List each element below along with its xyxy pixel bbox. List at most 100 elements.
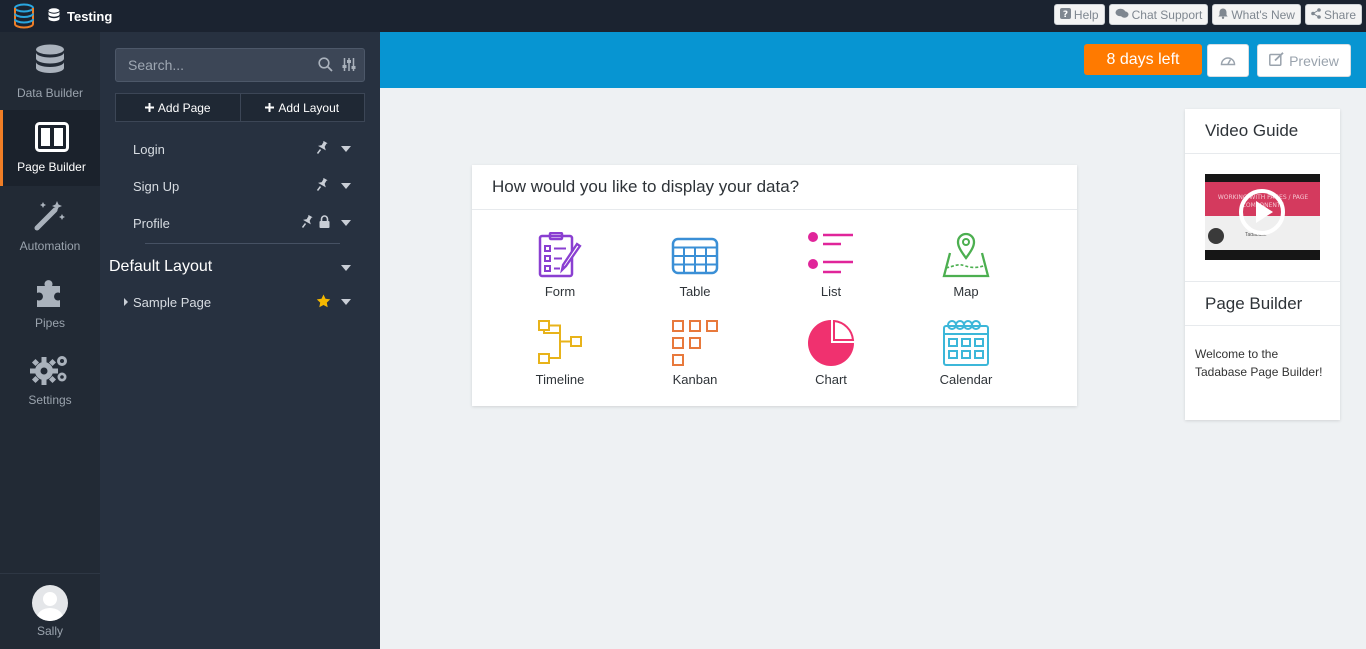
chooser-title: How would you like to display your data?	[472, 165, 1077, 210]
nav-data-builder[interactable]: Data Builder	[0, 32, 100, 108]
search-input[interactable]: Search...	[115, 48, 365, 82]
video-guide-card: Video Guide WORKING WITH PAGES / PAGE CO…	[1185, 109, 1340, 420]
caret-right-icon[interactable]	[124, 298, 128, 306]
search-icon[interactable]	[318, 57, 333, 75]
nav-automation[interactable]: Automation	[0, 187, 100, 263]
trial-badge[interactable]: 8 days left	[1084, 44, 1202, 75]
builder-header: 8 days left Preview	[380, 32, 1366, 88]
svg-text:?: ?	[1063, 10, 1068, 19]
video-thumbnail[interactable]: WORKING WITH PAGES / PAGE COMPONENTS Tad…	[1205, 174, 1320, 260]
gears-icon	[29, 353, 71, 388]
play-icon[interactable]	[1239, 189, 1285, 240]
page-name: Sign Up	[133, 178, 180, 194]
nav-settings-label: Settings	[28, 393, 72, 407]
magic-wand-icon	[33, 199, 67, 234]
search-placeholder: Search...	[128, 57, 185, 73]
nav-settings[interactable]: Settings	[0, 341, 100, 417]
page-name: Profile	[133, 215, 170, 231]
page-item-login[interactable]: Login	[100, 131, 380, 167]
option-chart[interactable]: Chart	[781, 319, 881, 400]
question-icon: ?	[1059, 7, 1071, 22]
app-name-label: Testing	[67, 8, 113, 24]
top-actions: ? Help Chat Support What's New Share	[1053, 4, 1362, 25]
form-icon	[536, 231, 584, 284]
share-button[interactable]: Share	[1304, 4, 1362, 25]
list-icon	[807, 232, 855, 284]
calendar-icon	[942, 320, 990, 372]
chat-support-label: Chat Support	[1131, 7, 1203, 22]
nav-page-builder-label: Page Builder	[17, 160, 86, 174]
dashboard-button[interactable]	[1207, 44, 1249, 77]
display-chooser: How would you like to display your data?…	[472, 165, 1077, 406]
user-menu[interactable]: Sally	[0, 573, 100, 649]
puzzle-icon	[33, 276, 67, 311]
filter-sliders-icon[interactable]	[342, 57, 356, 75]
pin-icon[interactable]	[301, 214, 313, 231]
database-icon	[34, 44, 66, 81]
help-button[interactable]: ? Help	[1053, 4, 1105, 25]
left-nav: Data Builder Page Builder Automation Pip…	[0, 32, 100, 649]
option-label: Form	[544, 284, 576, 299]
add-page-label: Add Page	[157, 100, 211, 115]
video-guide-title: Video Guide	[1185, 109, 1340, 154]
preview-label: Preview	[1289, 52, 1339, 69]
option-label: Timeline	[535, 372, 585, 387]
option-label: Kanban	[672, 372, 718, 387]
page-item-profile[interactable]: Profile	[100, 205, 380, 241]
option-timeline[interactable]: Timeline	[510, 320, 610, 400]
add-page-button[interactable]: Add Page	[115, 93, 241, 122]
external-edit-icon	[1269, 52, 1284, 69]
page-name: Login	[133, 141, 165, 157]
nav-automation-label: Automation	[19, 239, 81, 253]
chat-support-button[interactable]: Chat Support	[1108, 4, 1209, 25]
option-label: Map	[953, 284, 979, 299]
page-item-signup[interactable]: Sign Up	[100, 168, 380, 204]
database-icon	[48, 7, 60, 25]
option-label: Calendar	[939, 372, 993, 387]
option-table[interactable]: Table	[645, 232, 745, 312]
whats-new-button[interactable]: What's New	[1212, 4, 1301, 25]
tadabase-logo-icon[interactable]	[0, 0, 48, 32]
option-list[interactable]: List	[781, 232, 881, 312]
share-icon	[1311, 7, 1321, 22]
table-icon	[671, 232, 719, 284]
plus-icon	[144, 101, 154, 115]
star-icon[interactable]	[316, 294, 331, 311]
nav-pipes[interactable]: Pipes	[0, 264, 100, 340]
tachometer-icon	[1220, 53, 1236, 69]
chevron-down-icon[interactable]	[341, 299, 351, 305]
chevron-down-icon[interactable]	[341, 146, 351, 152]
chevron-down-icon[interactable]	[341, 183, 351, 189]
preview-button[interactable]: Preview	[1257, 44, 1351, 77]
pages-panel: Search... Add Page Add Layout Login Sign…	[100, 32, 380, 649]
page-builder-heading: Page Builder	[1185, 281, 1340, 326]
pin-icon[interactable]	[316, 140, 328, 157]
option-label: Chart	[815, 372, 847, 387]
app-name[interactable]: Testing	[48, 7, 113, 25]
divider	[145, 243, 340, 244]
chevron-down-icon[interactable]	[341, 265, 351, 271]
comments-icon	[1115, 8, 1129, 22]
nav-page-builder[interactable]: Page Builder	[0, 110, 100, 186]
help-label: Help	[1073, 7, 1099, 22]
pin-icon[interactable]	[316, 177, 328, 194]
page-item-sample[interactable]: Sample Page	[100, 284, 380, 320]
add-buttons: Add Page Add Layout	[115, 93, 365, 122]
add-layout-button[interactable]: Add Layout	[240, 93, 365, 122]
chevron-down-icon[interactable]	[341, 220, 351, 226]
share-label: Share	[1323, 7, 1356, 22]
kanban-icon	[671, 320, 719, 372]
timeline-icon	[536, 320, 584, 372]
pie-chart-icon	[807, 319, 855, 372]
whats-new-label: What's New	[1231, 7, 1295, 22]
option-label: Table	[679, 284, 711, 299]
layout-title[interactable]: Default Layout	[109, 258, 212, 276]
plus-icon	[265, 101, 275, 115]
option-calendar[interactable]: Calendar	[916, 320, 1016, 400]
option-map[interactable]: Map	[916, 232, 1016, 312]
page-name: Sample Page	[133, 294, 212, 310]
option-form[interactable]: Form	[510, 231, 610, 312]
lock-icon[interactable]	[319, 215, 330, 231]
presenter-avatar	[1208, 228, 1224, 244]
option-kanban[interactable]: Kanban	[645, 320, 745, 400]
